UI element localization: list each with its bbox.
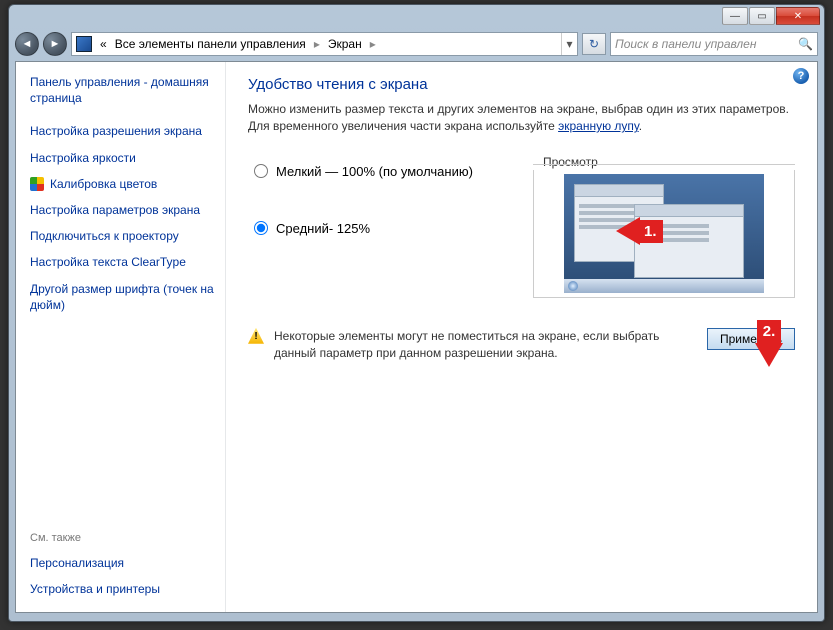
main-panel: Удобство чтения с экрана Можно изменить …	[226, 62, 817, 612]
breadcrumb-item[interactable]: Экран	[324, 37, 366, 51]
chevron-right-icon: ▸	[310, 37, 324, 51]
shield-icon	[30, 177, 44, 191]
page-heading: Удобство чтения с экрана	[248, 76, 795, 93]
control-panel-icon	[76, 36, 92, 52]
preview-monitor	[564, 174, 764, 293]
breadcrumb-item[interactable]: Все элементы панели управления	[111, 37, 310, 51]
sidebar: Панель управления - домашняя страница На…	[16, 62, 226, 612]
navbar: ◄ ► « Все элементы панели управления ▸ Э…	[9, 27, 824, 61]
warning-text: Некоторые элементы могут не поместиться …	[274, 328, 697, 362]
radio-medium[interactable]: Средний- 125%	[254, 221, 473, 236]
sidebar-link-resolution[interactable]: Настройка разрешения экрана	[30, 123, 217, 139]
close-button[interactable]: ✕	[776, 7, 820, 25]
control-panel-home-link[interactable]: Панель управления - домашняя страница	[30, 74, 217, 106]
radio-small-input[interactable]	[254, 164, 268, 178]
sidebar-link-dpi[interactable]: Другой размер шрифта (точек на дюйм)	[30, 281, 217, 313]
breadcrumb-overflow[interactable]: «	[96, 37, 111, 51]
sidebar-related-devices[interactable]: Устройства и принтеры	[30, 581, 217, 597]
preview-taskbar-icon	[564, 279, 764, 293]
sidebar-link-display-settings[interactable]: Настройка параметров экрана	[30, 202, 217, 218]
options-row: Мелкий — 100% (по умолчанию) Средний- 12…	[248, 164, 795, 298]
sidebar-link-color-calibration[interactable]: Калибровка цветов	[30, 176, 217, 192]
magnifier-link[interactable]: экранную лупу	[558, 119, 639, 133]
warning-icon	[248, 328, 264, 344]
search-icon: 🔍	[798, 37, 813, 51]
radio-medium-label: Средний- 125%	[276, 221, 370, 236]
sidebar-link-cleartype[interactable]: Настройка текста ClearType	[30, 254, 217, 270]
warning-row: Некоторые элементы могут не поместиться …	[248, 328, 795, 362]
breadcrumb[interactable]: « Все элементы панели управления ▸ Экран…	[71, 32, 578, 56]
forward-button[interactable]: ►	[43, 32, 67, 56]
preview-box: Просмотр	[533, 164, 795, 298]
back-button[interactable]: ◄	[15, 32, 39, 56]
sidebar-link-brightness[interactable]: Настройка яркости	[30, 150, 217, 166]
preview-frame	[533, 170, 795, 298]
content-frame: ? Панель управления - домашняя страница …	[15, 61, 818, 613]
page-description: Можно изменить размер текста и других эл…	[248, 101, 795, 136]
maximize-button[interactable]: ▭	[749, 7, 775, 25]
radio-small[interactable]: Мелкий — 100% (по умолчанию)	[254, 164, 473, 179]
window-controls: — ▭ ✕	[722, 7, 820, 27]
scale-options: Мелкий — 100% (по умолчанию) Средний- 12…	[248, 164, 473, 298]
sidebar-related-personalization[interactable]: Персонализация	[30, 555, 217, 571]
sidebar-link-projector[interactable]: Подключиться к проектору	[30, 228, 217, 244]
preview-window-icon	[634, 204, 744, 278]
refresh-button[interactable]: ↻	[582, 33, 606, 55]
minimize-button[interactable]: —	[722, 7, 748, 25]
titlebar: — ▭ ✕	[9, 5, 824, 27]
apply-button[interactable]: Применить	[707, 328, 795, 350]
breadcrumb-dropdown[interactable]: ▾	[561, 33, 577, 55]
control-panel-window: — ▭ ✕ ◄ ► « Все элементы панели управлен…	[8, 4, 825, 622]
search-input[interactable]: Поиск в панели управлен 🔍	[610, 32, 818, 56]
see-also-heading: См. также	[30, 532, 217, 544]
preview-label: Просмотр	[539, 155, 602, 169]
search-placeholder: Поиск в панели управлен	[615, 37, 756, 51]
radio-small-label: Мелкий — 100% (по умолчанию)	[276, 164, 473, 179]
radio-medium-input[interactable]	[254, 221, 268, 235]
chevron-right-icon: ▸	[366, 37, 380, 51]
